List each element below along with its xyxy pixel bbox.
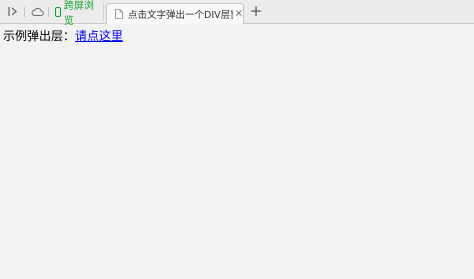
tab-bar: 跨屏浏览 点击文字弹出一个DIV层窗口代 × + xyxy=(0,0,474,27)
tab-cross-screen-browsing[interactable]: 跨屏浏览 xyxy=(51,1,104,27)
cloud-icon[interactable] xyxy=(29,4,45,19)
close-tab-icon[interactable]: × xyxy=(235,9,243,19)
sidebar-toggle-icon[interactable] xyxy=(5,4,21,19)
tab-title: 点击文字弹出一个DIV层窗口代 xyxy=(128,10,233,21)
separator xyxy=(48,7,49,17)
popup-link[interactable]: 请点这里 xyxy=(75,29,123,43)
tab-active-page[interactable]: 点击文字弹出一个DIV层窗口代 × xyxy=(106,3,244,24)
separator xyxy=(24,7,25,17)
page-content: 示例弹出层：请点这里 xyxy=(3,27,123,44)
tab-label: 跨屏浏览 xyxy=(63,1,94,27)
page-icon xyxy=(115,9,123,19)
intro-text: 示例弹出层： xyxy=(3,29,76,43)
new-tab-button[interactable]: + xyxy=(249,4,263,19)
phone-icon xyxy=(55,7,61,17)
